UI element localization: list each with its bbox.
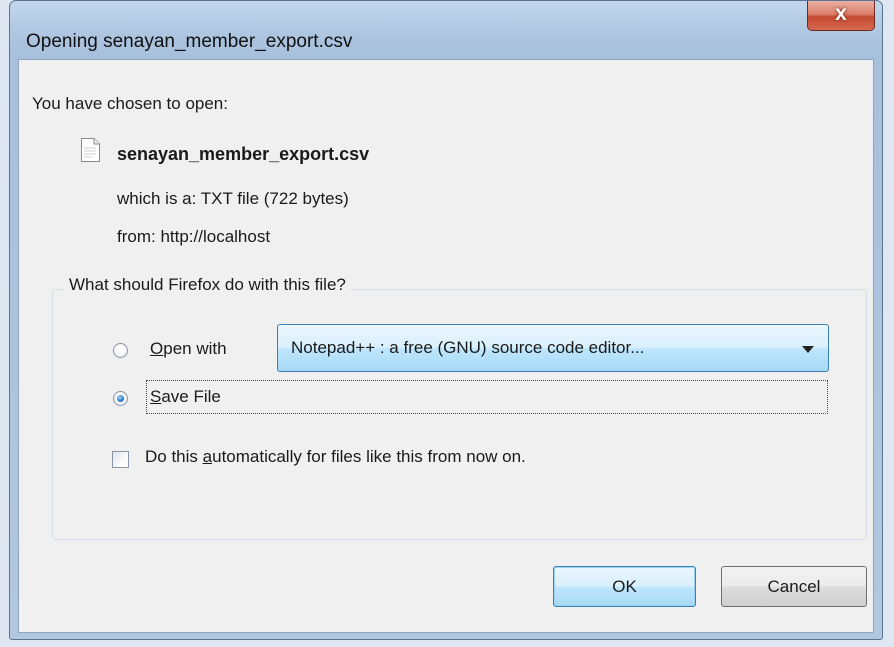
window-title: Opening senayan_member_export.csv bbox=[26, 31, 353, 52]
save-file-accel: S bbox=[150, 387, 162, 406]
auto-action-label[interactable]: Do this automatically for files like thi… bbox=[145, 447, 526, 467]
save-file-focus-ring bbox=[146, 380, 828, 414]
chevron-down-icon bbox=[802, 346, 814, 353]
auto-action-accel: a bbox=[202, 447, 213, 466]
close-icon: x bbox=[835, 2, 847, 25]
prompt-text: You have chosen to open: bbox=[32, 94, 228, 113]
open-with-label[interactable]: Open with bbox=[150, 339, 227, 359]
file-name: senayan_member_export.csv bbox=[117, 144, 370, 164]
dialog-body: You have chosen to open: senayan_member_… bbox=[18, 59, 874, 633]
save-file-label-rest: ave File bbox=[161, 387, 221, 406]
open-with-accel: O bbox=[150, 339, 164, 358]
title-bar[interactable]: Opening senayan_member_export.csv x bbox=[10, 1, 882, 59]
close-button[interactable]: x bbox=[807, 1, 875, 31]
open-with-radio[interactable] bbox=[113, 343, 128, 358]
action-group-legend: What should Firefox do with this file? bbox=[64, 275, 351, 295]
file-type-info: which is a: TXT file (722 bytes) bbox=[117, 189, 349, 208]
cancel-button[interactable]: Cancel bbox=[721, 566, 867, 607]
application-select[interactable]: Notepad++ : a free (GNU) source code edi… bbox=[277, 324, 829, 372]
auto-action-after: utomatically for files like this from no… bbox=[212, 447, 526, 466]
document-icon bbox=[81, 138, 100, 162]
auto-action-checkbox[interactable] bbox=[112, 451, 129, 468]
save-file-label[interactable]: Save File bbox=[150, 387, 221, 407]
open-with-label-rest: pen with bbox=[163, 339, 227, 358]
auto-action-before: Do this bbox=[145, 447, 203, 466]
application-select-value: Notepad++ : a free (GNU) source code edi… bbox=[291, 338, 645, 357]
file-source-info: from: http://localhost bbox=[117, 227, 271, 246]
save-file-radio[interactable] bbox=[113, 391, 128, 406]
ok-button[interactable]: OK bbox=[553, 566, 696, 607]
dialog-window: Opening senayan_member_export.csv x You … bbox=[9, 0, 883, 640]
